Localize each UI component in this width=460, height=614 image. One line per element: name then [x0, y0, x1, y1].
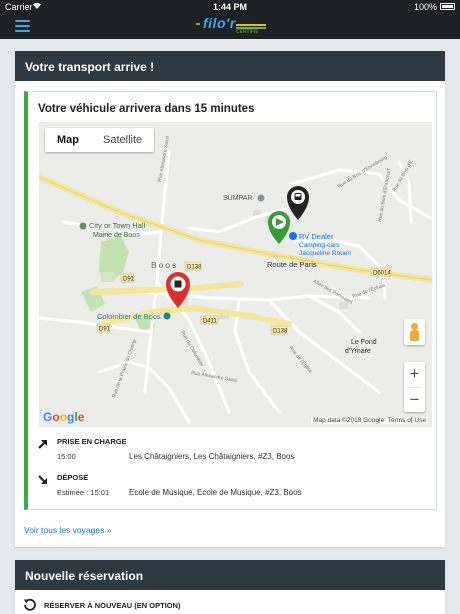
map-label-route-paris: Route de Paris — [267, 260, 317, 269]
map-label-jacqueline: Jacqueline Rouen — [299, 250, 351, 257]
poi-sumpar-marker — [257, 194, 265, 202]
pickup-time: 15:00 — [57, 452, 76, 461]
google-logo: Google — [43, 410, 85, 424]
dropoff-row: DÉPOSE Estimée : 15:01 Ecole de Musique,… — [37, 473, 427, 505]
transport-card: Votre transport arrive ! Votre véhicule … — [15, 51, 445, 547]
nav-bar: filo'r CERTIFIÉ — [0, 14, 460, 39]
road-label-d138: D138 — [187, 265, 202, 271]
poi-city-hall-marker — [79, 222, 87, 230]
map-label-camping-cars: Camping-cars — [299, 242, 340, 249]
road-label-d6014: D6014 — [373, 271, 391, 277]
booking-card: Nouvelle réservation RÉSERVER À NOUVEAU … — [15, 560, 445, 614]
map-label-boos: Boos — [151, 260, 178, 270]
road-label-d411: D411 — [203, 319, 218, 325]
app-logo: filo'r CERTIFIÉ — [196, 15, 268, 37]
terms-of-use-link[interactable]: Terms of Use — [388, 417, 426, 424]
dropoff-place: Ecole de Musique, Ecole de Musique, #Z3,… — [129, 488, 302, 497]
reorder-option[interactable]: RÉSERVER À NOUVEAU (EN OPTION) — [23, 598, 323, 614]
reorder-icon — [23, 598, 36, 611]
pickup-row: PRISE EN CHARGE 15:00 Les Châtaigniers, … — [37, 437, 427, 469]
poi-colombier-marker — [163, 312, 171, 320]
poi-rv-dealer-marker — [289, 232, 297, 240]
dropoff-time: Estimée : 15:01 — [57, 488, 110, 497]
booking-card-title: Nouvelle réservation — [15, 560, 445, 590]
map-label-fond: Le Fond — [351, 339, 377, 346]
map-label-city-hall: City or Town Hall — [89, 221, 145, 230]
map-type-map-button[interactable]: Map — [45, 128, 91, 152]
logo-tagline: CERTIFIÉ — [236, 29, 259, 35]
battery-percent: 100% — [413, 2, 437, 12]
status-time: 1:44 PM — [212, 2, 247, 12]
dropoff-arrow-icon — [38, 475, 47, 484]
map-label-ymare: d'Ymare — [345, 348, 371, 355]
road-label-d91: D91 — [123, 277, 135, 283]
transport-card-title: Votre transport arrive ! — [15, 51, 445, 81]
zoom-controls: + − — [404, 362, 425, 412]
pickup-arrow-icon — [38, 440, 47, 449]
logo-text: filo'r — [203, 15, 236, 31]
pickup-label: PRISE EN CHARGE — [57, 437, 127, 446]
map-type-toggle: Map Satellite — [45, 128, 155, 152]
map-canvas: D138 D91 D91 D411 D138 D6014 City or Tow… — [39, 122, 432, 427]
map-label-rv-dealer: RV Dealer — [299, 232, 334, 241]
battery-icon — [440, 3, 455, 10]
hamburger-menu-icon[interactable] — [15, 20, 30, 32]
status-bar: Carrier 1:44 PM 100% — [0, 0, 460, 14]
pickup-place: Les Châtaigniers, Les Châtaigniers, #Z3,… — [129, 452, 295, 461]
map-data-credit: Map data ©2018 Google — [313, 417, 385, 424]
road-label-d91-south: D91 — [99, 327, 111, 333]
trip-box: Votre véhicule arrivera dans 15 minutes — [24, 91, 437, 510]
dropoff-label: DÉPOSE — [57, 473, 89, 482]
map-type-satellite-button[interactable]: Satellite — [91, 128, 154, 152]
street-view-pegman-icon[interactable] — [404, 319, 425, 345]
map-attribution: Map data ©2018 Google Terms of Use — [311, 417, 428, 424]
map-label-colombier: Colombier de Boos — [97, 312, 161, 321]
zoom-in-button[interactable]: + — [404, 362, 425, 387]
trip-map[interactable]: D138 D91 D91 D411 D138 D6014 City or Tow… — [39, 122, 432, 427]
reorder-label: RÉSERVER À NOUVEAU (EN OPTION) — [44, 601, 181, 610]
map-label-mairie: Mairie de Boos — [93, 232, 140, 239]
see-all-trips-link[interactable]: Voir tous les voyages » — [24, 525, 111, 535]
map-label-sumpar: SUMPAR — [223, 195, 252, 202]
zoom-out-button[interactable]: − — [404, 388, 425, 412]
eta-title: Votre véhicule arrivera dans 15 minutes — [38, 103, 255, 115]
